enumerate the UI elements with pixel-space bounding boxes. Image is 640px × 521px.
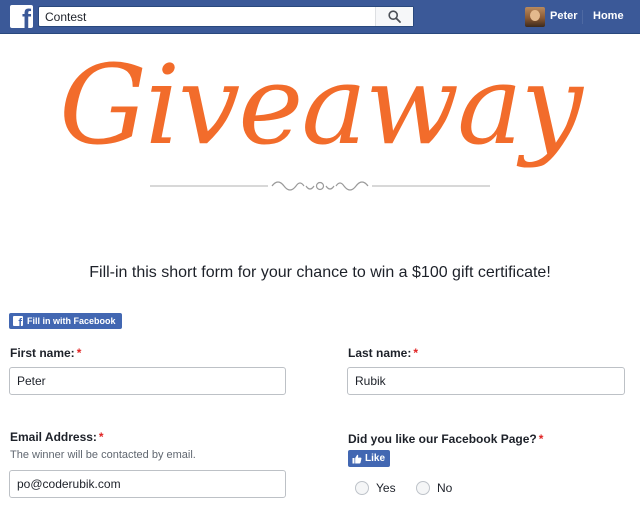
nav-divider [582,10,583,24]
required-marker: * [76,346,82,360]
profile-name-link[interactable]: Peter [550,10,578,22]
first-name-label-text: First name: [10,346,75,360]
like-button-label: Like [365,453,386,464]
radio-yes-label[interactable]: Yes [376,481,396,495]
email-field[interactable] [9,470,286,498]
email-hint: The winner will be contacted by email. [10,449,196,461]
email-label-text: Email Address: [10,430,97,444]
required-marker: * [538,432,544,446]
home-link[interactable]: Home [593,10,624,22]
radio-no-label[interactable]: No [437,481,452,495]
last-name-label: Last name: * [348,346,418,360]
facebook-logo-icon[interactable]: f [10,5,33,28]
giveaway-subtitle: Fill-in this short form for your chance … [89,264,551,281]
search-icon [388,10,401,23]
top-bar: f Peter Home [0,0,640,34]
first-name-label: First name: * [10,346,81,360]
like-question-label-text: Did you like our Facebook Page? [348,432,537,446]
radio-no[interactable] [416,481,430,495]
email-label: Email Address: * [10,430,104,444]
search-box [38,6,414,27]
profile-avatar[interactable] [525,7,545,27]
last-name-label-text: Last name: [348,346,412,360]
fill-in-with-facebook-button[interactable]: Fill in with Facebook [9,313,122,329]
facebook-icon [13,316,23,326]
search-input[interactable] [39,7,373,26]
required-marker: * [98,430,104,444]
decorative-divider-icon [150,181,490,191]
first-name-field[interactable] [9,367,286,395]
fill-in-label: Fill in with Facebook [27,316,116,326]
giveaway-headline: Giveaway [59,41,583,169]
required-marker: * [413,346,419,360]
last-name-field[interactable] [347,367,625,395]
thumbs-up-icon [352,454,362,463]
facebook-like-button[interactable]: Like [348,450,391,467]
like-question-label: Did you like our Facebook Page? * [348,432,543,446]
search-button[interactable] [375,7,413,26]
radio-yes[interactable] [355,481,369,495]
